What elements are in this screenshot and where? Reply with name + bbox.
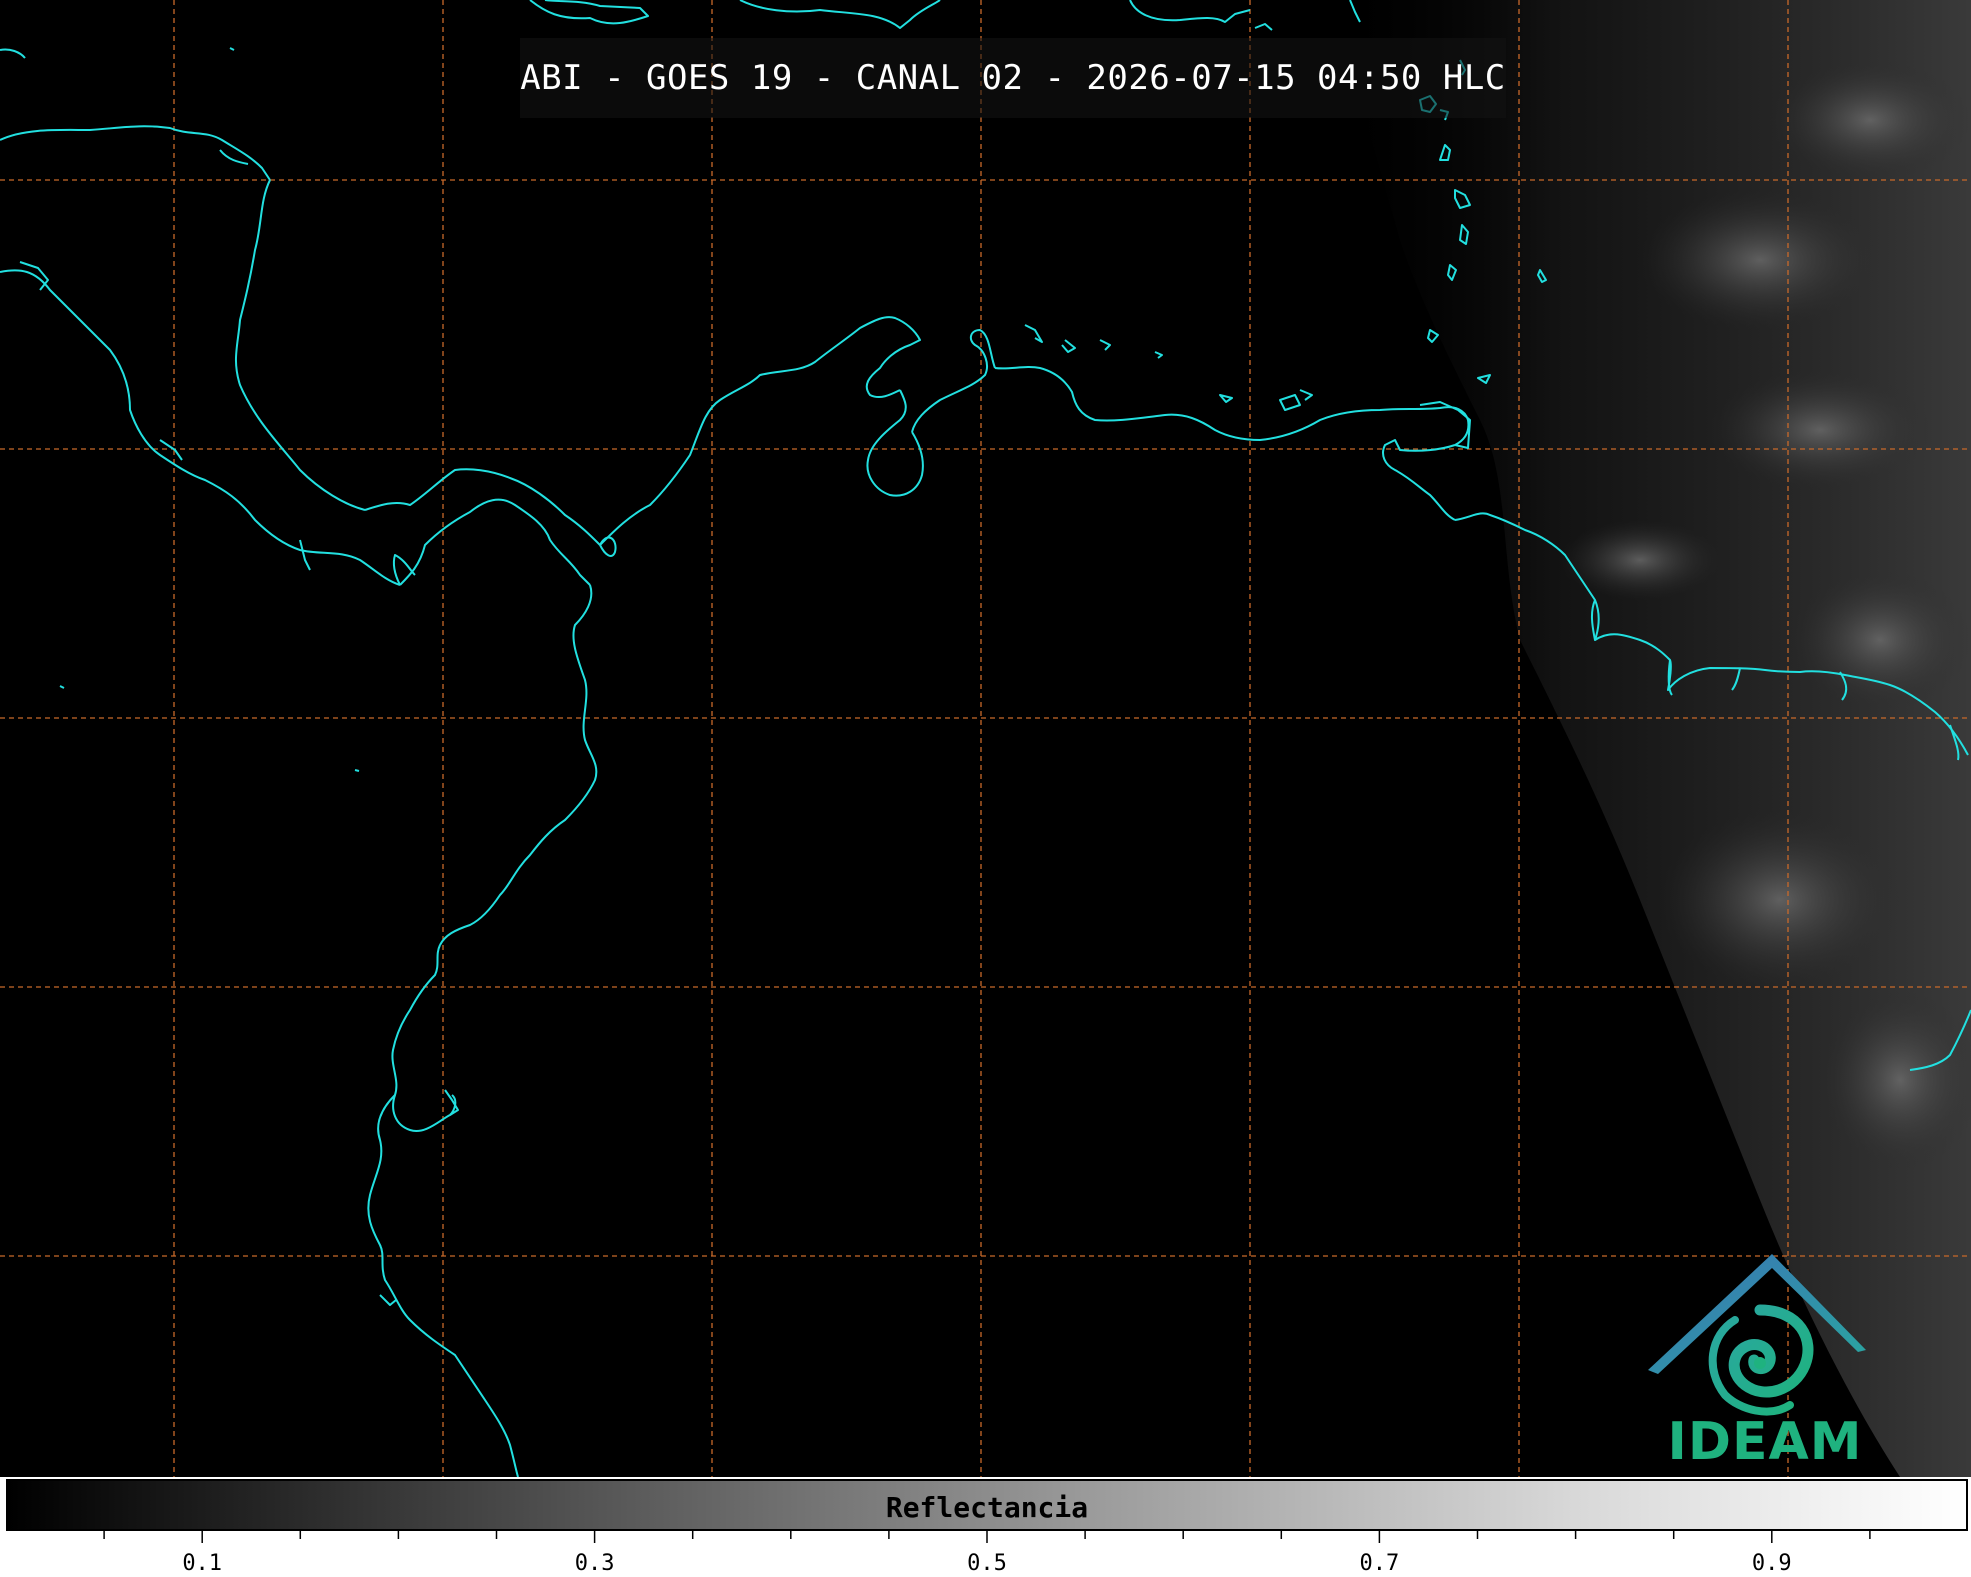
tick-label: 0.7	[1359, 1551, 1400, 1576]
tick-label: 0.5	[967, 1551, 1007, 1576]
tick-label: 0.3	[574, 1551, 615, 1576]
colorbar-gradient: Reflectancia	[6, 1479, 1968, 1531]
image-title: ABI - GOES 19 - CANAL 02 - 2026-07-15 04…	[520, 58, 1506, 98]
title-box: ABI - GOES 19 - CANAL 02 - 2026-07-15 04…	[520, 38, 1506, 118]
colorbar: Reflectancia 0.1 0.3 0.5 0.7 0.9	[0, 1477, 1971, 1577]
satellite-map: ABI - GOES 19 - CANAL 02 - 2026-07-15 04…	[0, 0, 1971, 1477]
tick-label: 0.1	[182, 1551, 223, 1576]
ideam-logo-text: IDEAM	[1667, 1412, 1863, 1472]
colorbar-label: Reflectancia	[885, 1491, 1089, 1524]
tick-label: 0.9	[1751, 1551, 1792, 1576]
